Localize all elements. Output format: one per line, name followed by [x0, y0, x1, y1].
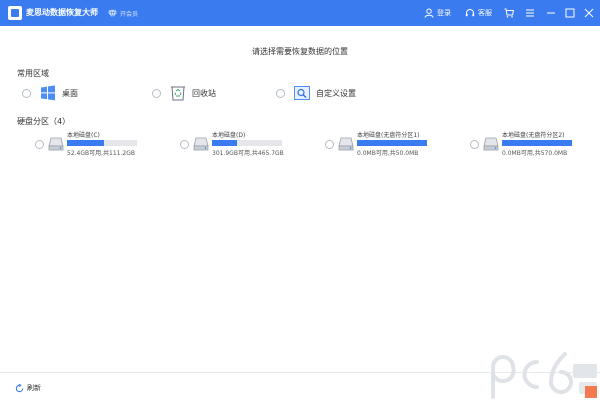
disk-size: 0.0MB可用,共570.0MB: [502, 150, 568, 157]
disk-size: 301.9GB可用,共465.7GB: [212, 150, 284, 157]
radio-button[interactable]: [35, 140, 44, 149]
recycle-bin-icon: [169, 84, 187, 102]
headset-icon: [465, 9, 475, 17]
radio-button[interactable]: [470, 140, 479, 149]
disk-usage-fill: [502, 140, 572, 146]
disk-usage-bar: [502, 140, 572, 146]
cart-icon: [504, 8, 514, 18]
disk-name: 本地磁盘(无盘符分区1): [357, 132, 420, 139]
radio-button[interactable]: [325, 140, 334, 149]
close-button[interactable]: [581, 5, 597, 21]
radio-button[interactable]: [180, 140, 189, 149]
disk-usage-bar: [357, 140, 427, 146]
disk-partition-title: 硬盘分区（4）: [17, 117, 71, 126]
menu-icon: [526, 9, 534, 17]
hard-drive-icon: [483, 137, 499, 151]
vip-button[interactable]: 开会员: [108, 7, 138, 19]
minimize-icon: [547, 12, 555, 14]
vip-label: 开会员: [120, 10, 139, 18]
cart-button[interactable]: [501, 5, 517, 21]
common-item-label: 自定义设置: [316, 88, 356, 98]
service-label: 客服: [478, 9, 492, 17]
disk-partition-item[interactable]: 本地磁盘(无盘符分区2) 0.0MB可用,共570.0MB: [470, 130, 600, 160]
app-title: 麦思动数据恢复大师: [26, 8, 98, 17]
site-watermark-logo: [491, 352, 597, 399]
disk-usage-fill: [357, 140, 427, 146]
common-item-label: 桌面: [62, 88, 78, 98]
disk-usage-fill: [67, 140, 105, 146]
common-item-label: 回收站: [192, 88, 216, 98]
refresh-icon: [15, 383, 24, 392]
disk-usage-bar: [67, 140, 137, 146]
disk-name: 本地磁盘(D): [212, 132, 246, 139]
disk-size: 52.4GB可用,共111.2GB: [67, 150, 135, 157]
login-label: 登录: [437, 9, 451, 17]
user-icon: [424, 8, 434, 18]
disk-name: 本地磁盘(C): [67, 132, 100, 139]
diamond-icon: [108, 9, 117, 18]
disk-usage-fill: [212, 140, 237, 146]
maximize-icon: [565, 8, 575, 18]
hard-drive-icon: [48, 137, 64, 151]
disk-partition-item[interactable]: 本地磁盘(无盘符分区1) 0.0MB可用,共50.0MB: [325, 130, 455, 160]
refresh-button[interactable]: 刷新: [15, 383, 41, 393]
common-item-desktop[interactable]: 桌面: [22, 83, 78, 103]
disk-name: 本地磁盘(无盘符分区2): [502, 132, 565, 139]
hard-drive-icon: [338, 137, 354, 151]
common-item-recycle-bin[interactable]: 回收站: [152, 83, 216, 103]
radio-button[interactable]: [22, 88, 31, 98]
disk-size: 0.0MB可用,共50.0MB: [357, 150, 419, 157]
minimize-button[interactable]: [543, 5, 559, 21]
menu-button[interactable]: [522, 5, 538, 21]
close-icon: [584, 8, 594, 18]
radio-button[interactable]: [276, 88, 285, 98]
hard-drive-icon: [193, 137, 209, 151]
disk-usage-bar: [212, 140, 282, 146]
app-logo-icon: [8, 6, 22, 20]
page-prompt: 请选择需要恢复数据的位置: [252, 47, 348, 56]
windows-desktop-icon: [39, 84, 57, 102]
maximize-button[interactable]: [562, 5, 578, 21]
title-bar: 麦思动数据恢复大师 开会员 登录 客服: [0, 0, 600, 26]
radio-button[interactable]: [152, 88, 161, 98]
refresh-label: 刷新: [27, 384, 41, 392]
disk-partition-item[interactable]: 本地磁盘(C) 52.4GB可用,共111.2GB: [35, 130, 165, 160]
customer-service-button[interactable]: 客服: [465, 6, 492, 20]
login-button[interactable]: 登录: [424, 6, 451, 20]
common-item-custom[interactable]: 自定义设置: [276, 83, 356, 103]
disk-partition-item[interactable]: 本地磁盘(D) 301.9GB可用,共465.7GB: [180, 130, 310, 160]
common-area-title: 常用区域: [17, 69, 49, 78]
folder-search-icon: [293, 84, 311, 102]
